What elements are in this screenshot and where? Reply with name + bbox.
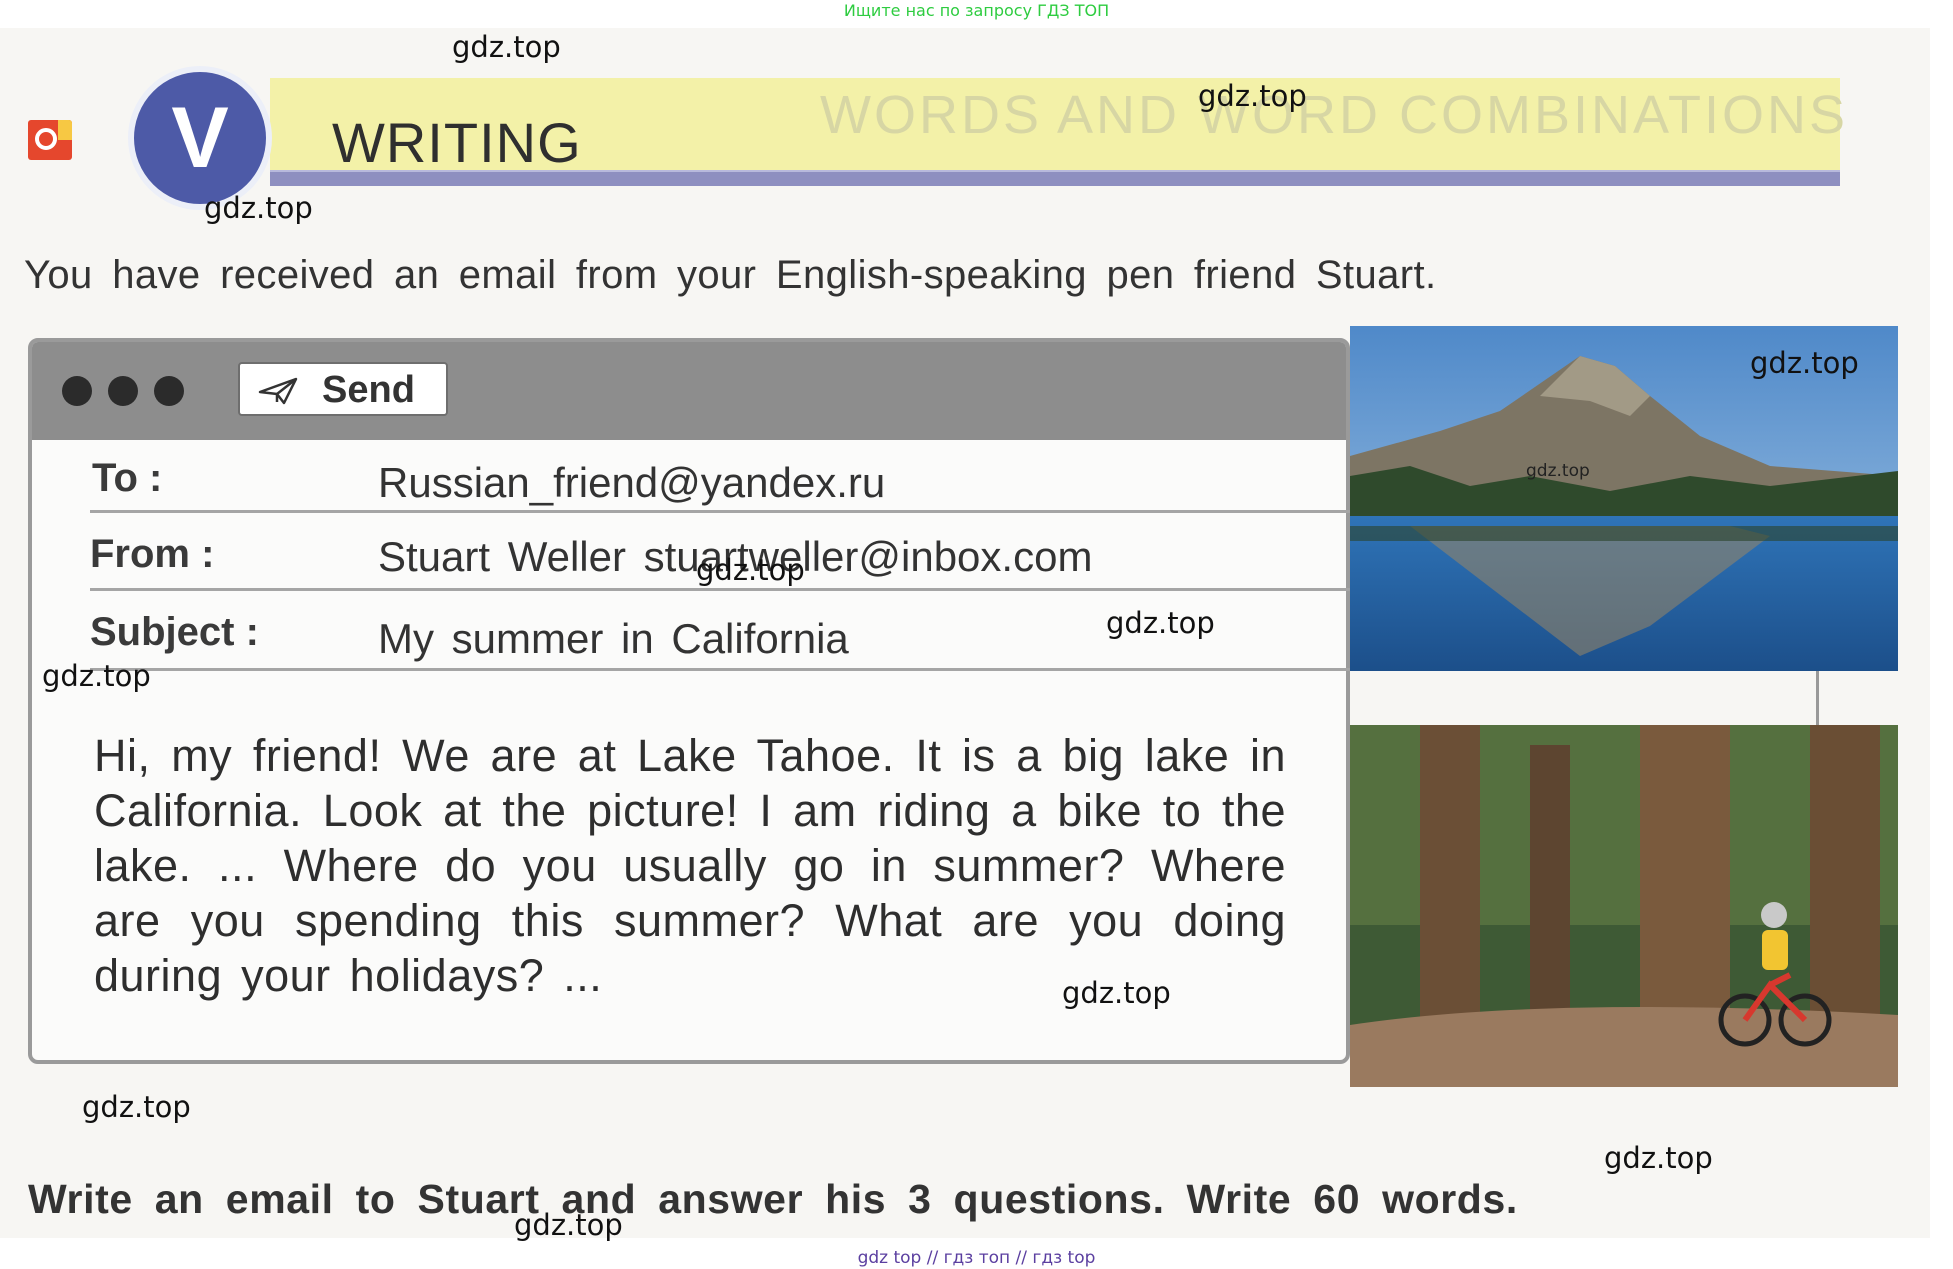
paper-plane-icon <box>258 377 298 405</box>
window-dot-icon <box>62 376 92 406</box>
task-instruction: Write an email to Stuart and answer his … <box>28 1176 1518 1222</box>
subject-label: Subject : <box>90 610 259 654</box>
watermark-text: gdz.top <box>82 1090 191 1124</box>
watermark-text: gdz.top <box>1198 79 1307 113</box>
watermark-text: gdz.top <box>514 1208 623 1242</box>
top-promo-text: Ищите нас по запросу ГДЗ ТОП <box>843 1 1110 20</box>
to-field[interactable]: Russian_friend@yandex.ru <box>378 458 885 508</box>
watermark-text: gdz.top <box>1526 461 1590 481</box>
watermark-text: gdz.top <box>204 191 313 225</box>
email-toolbar: Send <box>32 342 1346 440</box>
to-label: To : <box>92 456 163 500</box>
header-ghost-text: WORDS AND WORD COMBINATIONS <box>820 85 1849 145</box>
photo-connector <box>1816 671 1819 725</box>
email-body[interactable]: Hi, my friend! We are at Lake Tahoe. It … <box>94 728 1286 1003</box>
from-label: From : <box>90 532 215 576</box>
watermark-text: gdz.top <box>1750 346 1859 380</box>
watermark-text: gdz.top <box>452 30 561 64</box>
watermark-text: gdz.top <box>1604 1141 1713 1175</box>
bottom-promo-text: gdz top // гдз топ // гдз top <box>857 1248 1096 1268</box>
watermark-text: gdz.top <box>696 553 805 587</box>
watermark-text: gdz.top <box>1062 976 1171 1010</box>
publisher-logo-icon <box>28 120 72 160</box>
watermark-text: gdz.top <box>42 659 151 693</box>
intro-text: You have received an email from your Eng… <box>24 253 1437 297</box>
section-title: WRITING <box>332 111 582 174</box>
window-dot-icon <box>154 376 184 406</box>
field-divider <box>90 510 1350 513</box>
watermark-text: gdz.top <box>1106 606 1215 640</box>
subject-field[interactable]: My summer in California <box>378 614 849 664</box>
bike-rider-photo <box>1350 725 1898 1087</box>
email-window: Send To : Russian_friend@yandex.ru From … <box>28 338 1350 1064</box>
field-divider <box>90 668 1350 671</box>
field-divider <box>90 588 1350 591</box>
send-label: Send <box>322 369 415 411</box>
section-number-badge: V <box>128 66 272 210</box>
window-dot-icon <box>108 376 138 406</box>
send-button[interactable]: Send <box>238 362 448 416</box>
